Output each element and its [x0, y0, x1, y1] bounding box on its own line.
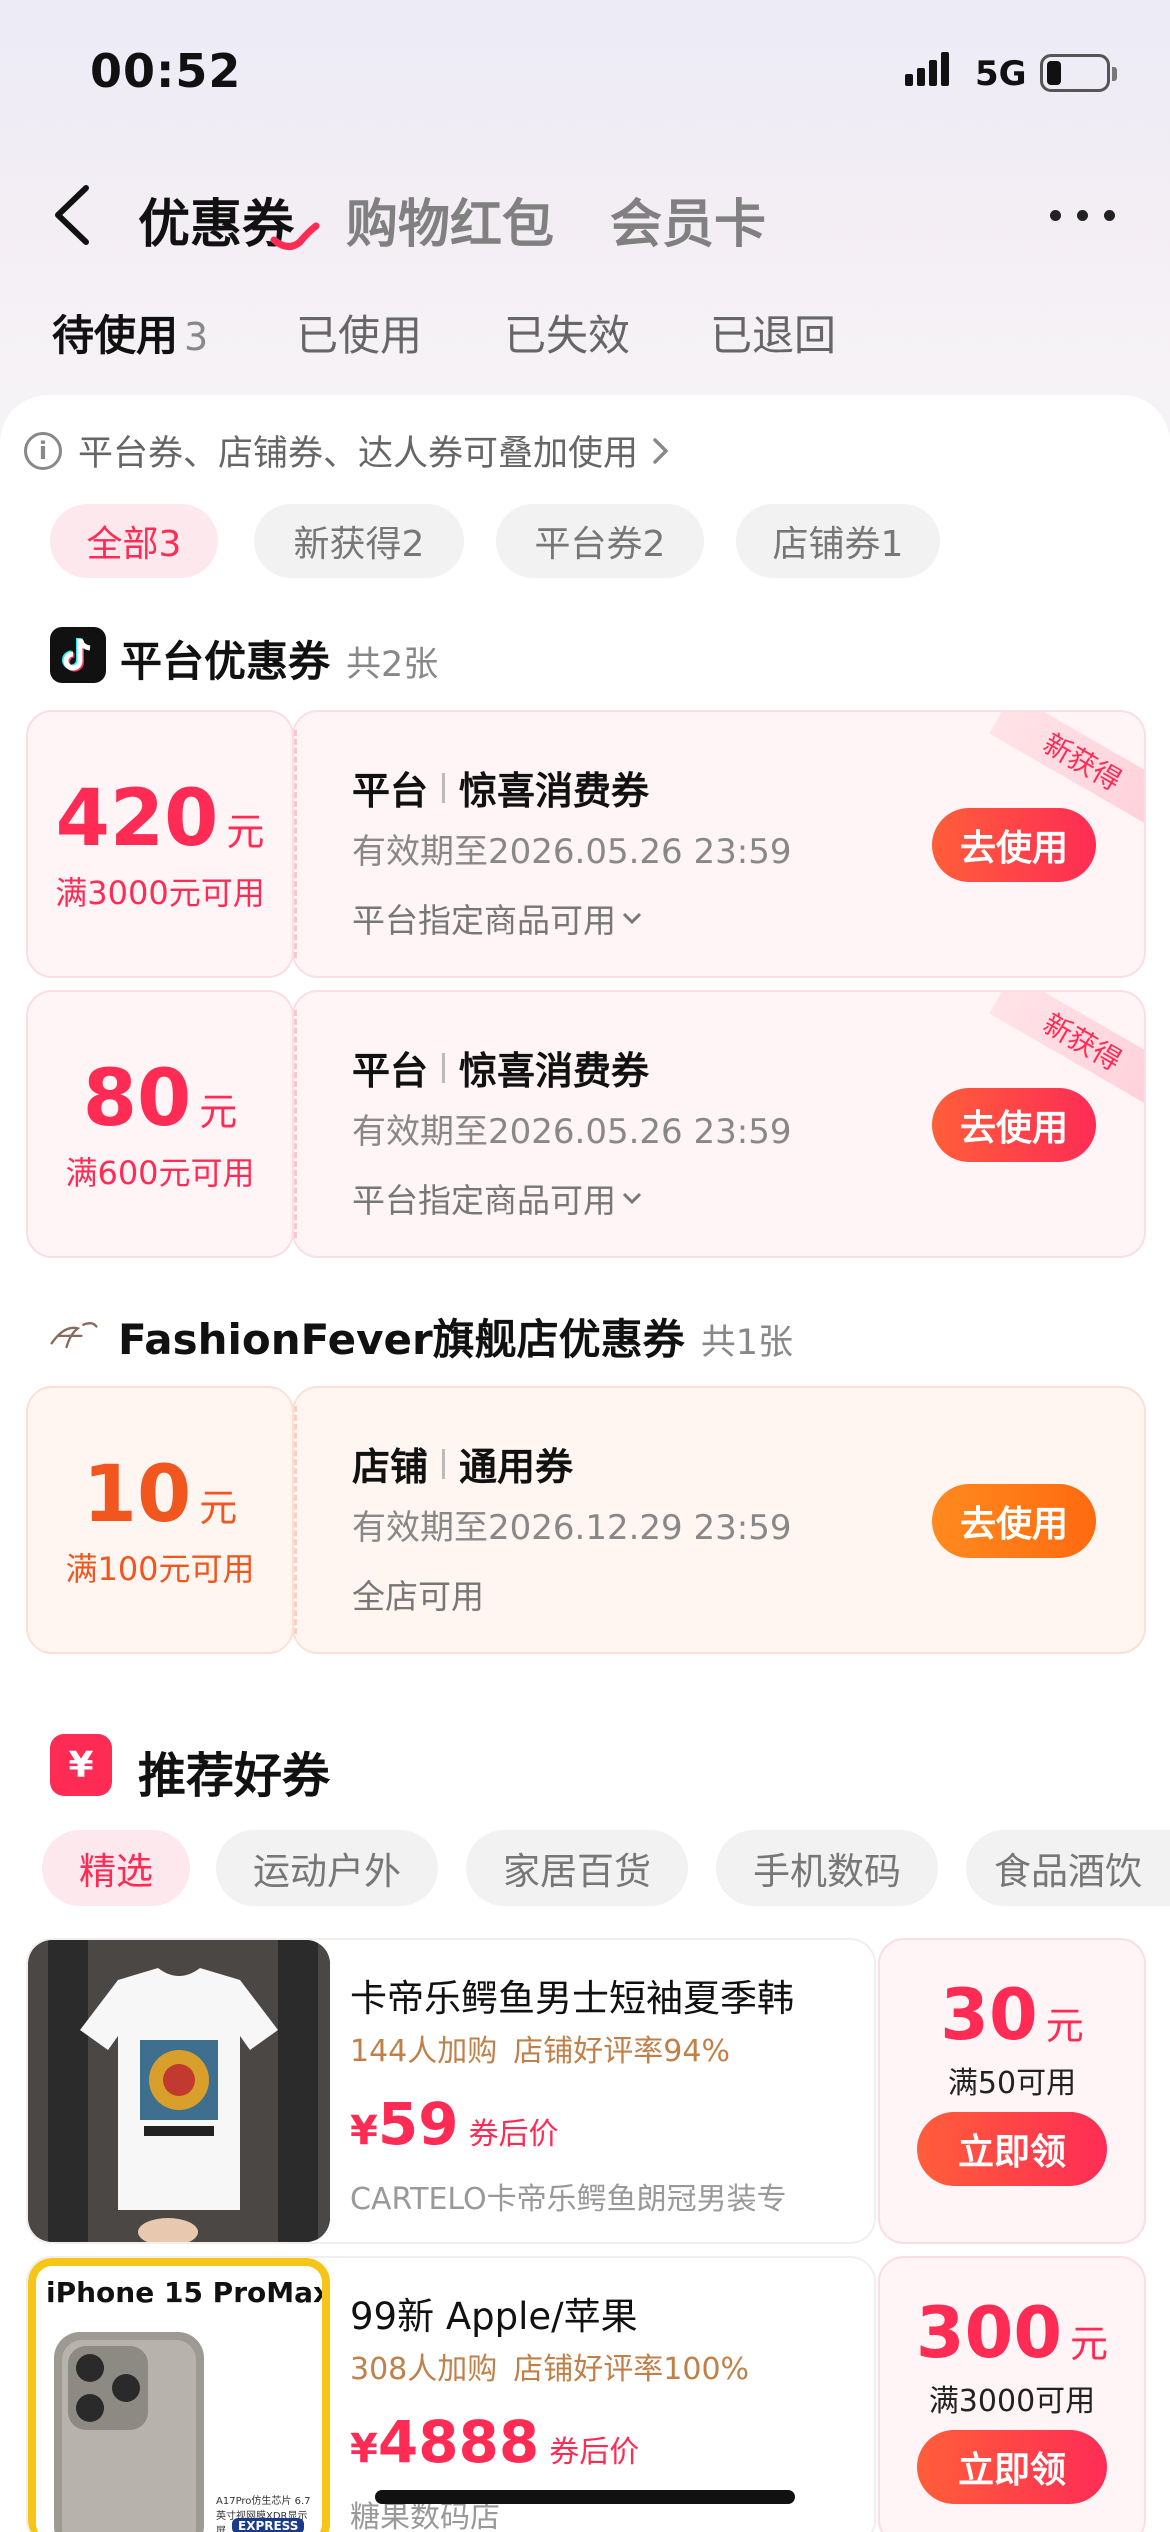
tab-membership-cards[interactable]: 会员卡 [610, 182, 766, 257]
filter-shop[interactable]: 店铺券1 [736, 504, 940, 578]
category-digital[interactable]: 手机数码 [716, 1830, 938, 1906]
product-card[interactable]: 卡帝乐鳄鱼男士短袖夏季韩 144人加购 店铺好评率94% ¥59 券后价 CARTE… [26, 1938, 876, 2244]
coupon-scope[interactable]: 平台指定商品可用 [352, 894, 644, 942]
filter-all[interactable]: 全部3 [50, 504, 218, 578]
chevron-right-icon [653, 437, 669, 464]
coupon-value-stub: 10 元 满100元可用 [26, 1386, 294, 1654]
voucher-card: 30 元 满50可用 立即领 [878, 1938, 1146, 2244]
coupon-expiry: 有效期至2026.05.26 23:59 [352, 832, 792, 872]
product-price: ¥59 券后价 [350, 2090, 559, 2158]
network-label: 5G [975, 54, 1027, 94]
recommend-title: 推荐好券 [138, 1748, 331, 1804]
use-coupon-button[interactable]: 去使用 [932, 808, 1096, 882]
home-indicator[interactable] [375, 2490, 795, 2504]
product-name: 卡帝乐鳄鱼男士短袖夏季韩 [350, 1977, 794, 2020]
subtab-returned[interactable]: 已退回 [710, 302, 836, 363]
shop-section-title: FashionFever旗舰店优惠券 共1张 [118, 1315, 793, 1364]
coupon-scope: 全店可用 [352, 1577, 484, 1616]
voucher-card: 300 元 满3000可用 立即领 [878, 2256, 1146, 2532]
tshirt-image [28, 1940, 330, 2242]
product-shop: CARTELO卡帝乐鳄鱼朗冠男装专 [350, 2182, 787, 2217]
subtab-expired[interactable]: 已失效 [504, 302, 630, 363]
platform-coupon-card: 420 元 满3000元可用 平台 惊喜消费券 有效期至2026.05.26 23:… [26, 710, 1146, 978]
coupon-logo-icon: ¥ [50, 1734, 112, 1796]
platform-coupon-card: 80 元 满600元可用 平台 惊喜消费券 有效期至2026.05.26 23:59… [26, 990, 1146, 1258]
shop-coupon-card: 10 元 满100元可用 店铺 通用券 有效期至2026.12.29 23:59 全… [26, 1386, 1146, 1654]
stacking-info[interactable]: i 平台券、店铺券、达人券可叠加使用 [24, 425, 674, 476]
coupon-value-stub: 80 元 满600元可用 [26, 990, 294, 1258]
info-icon: i [24, 431, 62, 470]
back-icon[interactable] [44, 180, 104, 250]
claim-button[interactable]: 立即领 [917, 2430, 1107, 2504]
iphone-image: iPhone 15 ProMax A17Pro仿生芯片 6.7英寸视网膜XDR显… [28, 2258, 330, 2532]
more-icon[interactable] [1050, 196, 1116, 236]
coupon-details: 平台 惊喜消费券 有效期至2026.05.26 23:59 平台指定商品可用 去使… [292, 990, 1146, 1258]
category-featured[interactable]: 精选 [42, 1830, 190, 1906]
filter-platform[interactable]: 平台券2 [496, 504, 704, 578]
tab-red-packets[interactable]: 购物红包 [346, 182, 554, 257]
use-coupon-button[interactable]: 去使用 [932, 1484, 1096, 1558]
coupon-value-stub: 420 元 满3000元可用 [26, 710, 294, 978]
product-meta: 308人加购 店铺好评率100% [350, 2352, 750, 2387]
category-home[interactable]: 家居百货 [466, 1830, 688, 1906]
subtab-pending[interactable]: 待使用 3 [52, 302, 208, 363]
use-coupon-button[interactable]: 去使用 [932, 1088, 1096, 1162]
status-time: 00:52 [90, 44, 242, 98]
chevron-down-icon [622, 1192, 642, 1205]
signal-icon [905, 52, 955, 92]
active-tab-indicator [270, 222, 320, 250]
product-name: 99新 Apple/苹果 [350, 2295, 638, 2338]
subtab-used[interactable]: 已使用 [296, 302, 422, 363]
platform-section-title: 平台优惠券 共2张 [120, 637, 439, 686]
category-sports[interactable]: 运动户外 [216, 1830, 438, 1906]
filter-new[interactable]: 新获得2 [254, 504, 464, 578]
coupon-details: 店铺 通用券 有效期至2026.12.29 23:59 全店可用 去使用 [292, 1386, 1146, 1654]
category-food[interactable]: 食品酒饮 [966, 1830, 1170, 1906]
chevron-down-icon [622, 912, 642, 925]
product-price: ¥4888 券后价 [350, 2408, 640, 2476]
coupon-expiry: 有效期至2026.12.29 23:59 [352, 1508, 792, 1548]
claim-button[interactable]: 立即领 [917, 2112, 1107, 2186]
coupon-details: 平台 惊喜消费券 有效期至2026.05.26 23:59 平台指定商品可用 去使… [292, 710, 1146, 978]
battery-icon [1040, 54, 1117, 92]
tiktok-logo [50, 627, 106, 683]
fashionfever-logo [46, 1306, 102, 1362]
pending-count: 3 [184, 315, 209, 359]
coupon-expiry: 有效期至2026.05.26 23:59 [352, 1112, 792, 1152]
product-meta: 144人加购 店铺好评率94% [350, 2034, 730, 2069]
coupon-scope[interactable]: 平台指定商品可用 [352, 1174, 644, 1222]
